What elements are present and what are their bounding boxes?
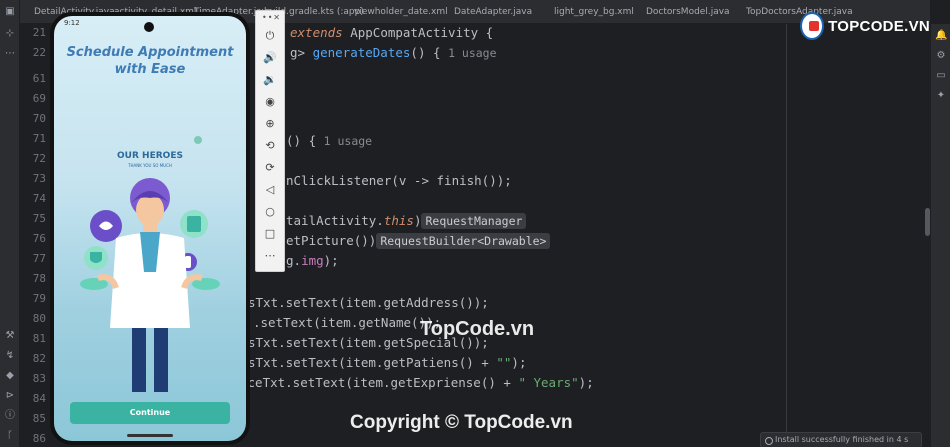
rotate-left-icon[interactable]: ⟲ [263,139,277,153]
tab-light-grey-bg[interactable]: light_grey_bg.xml [540,0,634,23]
more-icon[interactable]: ⋯ [263,249,277,263]
line-number: 82 [32,352,46,365]
problems-icon[interactable]: ⓘ [4,410,16,422]
power-icon[interactable]: ⏻ [263,29,277,43]
code-line: sTxt.setText(item.getAddress()); [248,295,489,310]
left-tool-strip: ▣ ⊹ ⋯ ⚒ ↯ ◆ ⊳ ⓘ ᚴ [0,0,20,447]
line-number: 74 [32,192,46,205]
line-number: 71 [32,132,46,145]
code-line: extends AppCompatActivity { [290,25,494,40]
build-icon[interactable]: ⚒ [4,330,16,342]
volume-up-icon[interactable]: 🔊 [263,51,277,65]
volume-down-icon[interactable]: 🔉 [263,73,277,87]
tab-date-adapter[interactable]: DateAdapter.java [440,0,540,23]
home-indicator[interactable] [127,434,173,437]
emulator-toolbar: •• ✕ ⏻ 🔊 🔉 ◉ ⊕ ⟲ ⟳ ◁ ○ □ ⋯ [255,10,285,272]
git-icon[interactable]: ↯ [4,350,16,362]
line-number: 84 [32,392,46,405]
code-line: nClickListener(v -> finish()); [286,173,512,188]
tab-doctors-model[interactable]: DoctorsModel.java [632,0,732,23]
line-number: 61 [32,72,46,85]
gem-icon[interactable]: ◆ [4,370,16,382]
line-number: 80 [32,312,46,325]
doctor-illustration [80,178,220,392]
line-number: 70 [32,112,46,125]
topcode-logo-icon [800,12,825,40]
line-number: 83 [32,372,46,385]
commit-icon[interactable]: ⊹ [4,28,16,40]
overview-icon[interactable]: □ [263,227,277,241]
ai-assistant-icon[interactable]: ✦ [935,90,947,102]
line-number: 69 [32,92,46,105]
tab-viewholder-date[interactable]: viewholder_date.xml [340,0,448,23]
zoom-icon[interactable]: ⊕ [263,117,277,131]
camera-cutout [144,22,154,32]
code-line: g> generateDates() { 1 usage [290,45,497,60]
topcode-logo: TOPCODE.VN [800,10,930,42]
gradle-icon[interactable]: ⚙ [935,50,947,62]
code-line: .setText(item.getName()); [253,315,442,330]
code-line: sTxt.setText(item.getPatiens() + ""); [248,355,527,370]
line-number: 86 [32,432,46,445]
emulator-screen[interactable]: 9:12 Schedule Appointment with Ease OUR … [54,16,246,441]
line-number: 21 [32,26,46,39]
watermark-center: TopCode.vn [420,318,535,340]
line-number: 22 [32,46,46,59]
line-number: 72 [32,152,46,165]
line-number: 85 [32,412,46,425]
notifications-icon[interactable]: 🔔 [935,30,947,42]
line-number-gutter: 21 22 61 69 70 71 72 73 74 75 76 77 78 7… [20,24,50,447]
watermark-copyright: Copyright © TopCode.vn [350,412,573,433]
rotate-right-icon[interactable]: ⟳ [263,161,277,175]
home-icon[interactable]: ○ [263,205,277,219]
code-line: etPicture()) RequestBuilder<Drawable> [286,233,551,249]
line-number: 76 [32,232,46,245]
git-branch-icon[interactable]: ᚴ [4,430,16,442]
terminal-icon[interactable]: ⊳ [4,390,16,402]
folder-icon[interactable]: ▣ [4,6,16,18]
type-hint: RequestManager [421,213,527,229]
status-bar-time: 9:12 [64,19,80,27]
line-number: 75 [32,212,46,225]
install-notification[interactable]: Install successfully finished in 4 s [760,432,922,447]
code-line: g.img); [286,253,339,268]
code-line: tailActivity.this) RequestManager [286,213,527,229]
line-number: 81 [32,332,46,345]
right-margin-guide [786,24,787,447]
device-manager-icon[interactable]: ▭ [935,70,947,82]
back-icon[interactable]: ◁ [263,183,277,197]
line-number: 78 [32,272,46,285]
line-number: 77 [32,252,46,265]
close-icon[interactable]: ✕ [273,13,280,22]
line-number: 73 [32,172,46,185]
drag-handle-icon[interactable]: •• [262,13,273,22]
line-number: 79 [32,292,46,305]
structure-icon[interactable]: ⋯ [4,48,16,60]
decoration-dot [194,136,202,144]
code-line: () { 1 usage [286,133,373,148]
code-line: nceTxt.setText(item.getExpriense() + " Y… [240,375,594,390]
heroes-heading: OUR HEROES [117,151,183,161]
camera-icon[interactable]: ◉ [263,95,277,109]
right-tool-strip: 🔔 ⚙ ▭ ✦ [930,24,950,447]
type-hint: RequestBuilder<Drawable> [376,233,551,249]
intro-title: Schedule Appointment with Ease [66,45,234,77]
continue-button[interactable]: Continue [70,402,230,424]
